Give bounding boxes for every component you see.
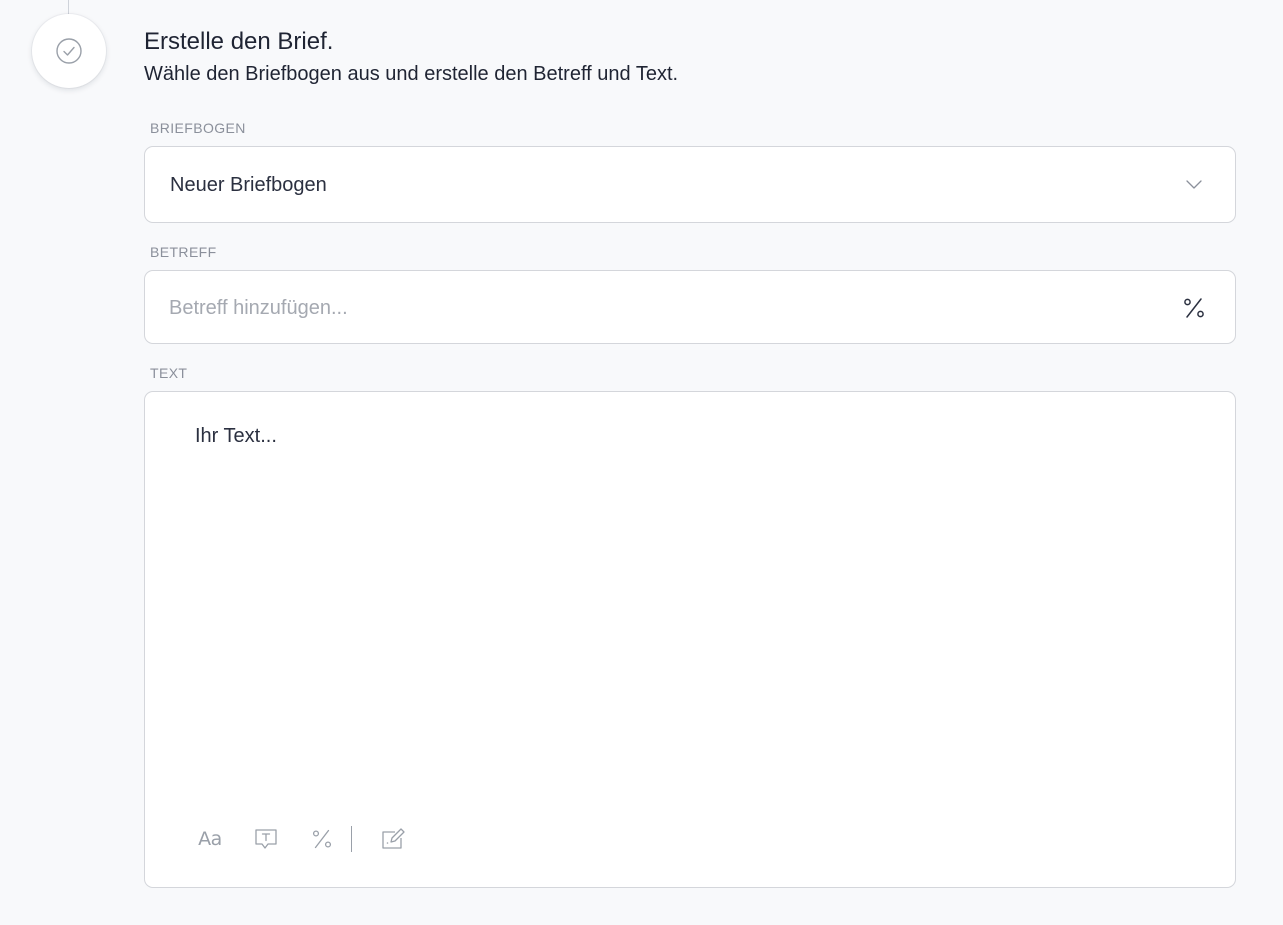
signature-icon[interactable] (378, 824, 408, 854)
text-editor-content[interactable]: Ihr Text... (195, 423, 1195, 803)
subject-input[interactable] (169, 293, 1149, 323)
letterhead-selected-value: Neuer Briefbogen (170, 174, 327, 196)
letter-step-page: Erstelle den Brief. Wähle den Briefbogen… (0, 0, 1283, 925)
step-status-badge (32, 14, 106, 88)
subject-field (144, 270, 1236, 344)
letterhead-label: BRIEFBOGEN (150, 120, 246, 136)
editor-toolbar: Aa (195, 824, 434, 854)
text-format-icon[interactable]: Aa (195, 824, 225, 854)
text-format-label: Aa (198, 828, 222, 850)
toolbar-divider (351, 826, 352, 852)
step-title: Erstelle den Brief. (144, 28, 334, 55)
text-editor: Ihr Text... Aa (144, 391, 1236, 888)
step-subtitle: Wähle den Briefbogen aus und erstelle de… (144, 63, 679, 85)
percent-icon[interactable] (307, 824, 337, 854)
text-label: TEXT (150, 365, 188, 381)
timeline-line (68, 0, 69, 14)
check-circle-icon (55, 37, 83, 65)
chevron-down-icon[interactable] (1185, 177, 1203, 191)
letterhead-select[interactable]: Neuer Briefbogen (144, 146, 1236, 223)
subject-label: BETREFF (150, 244, 217, 260)
text-block-icon[interactable] (251, 824, 281, 854)
percent-icon[interactable] (1181, 295, 1207, 321)
